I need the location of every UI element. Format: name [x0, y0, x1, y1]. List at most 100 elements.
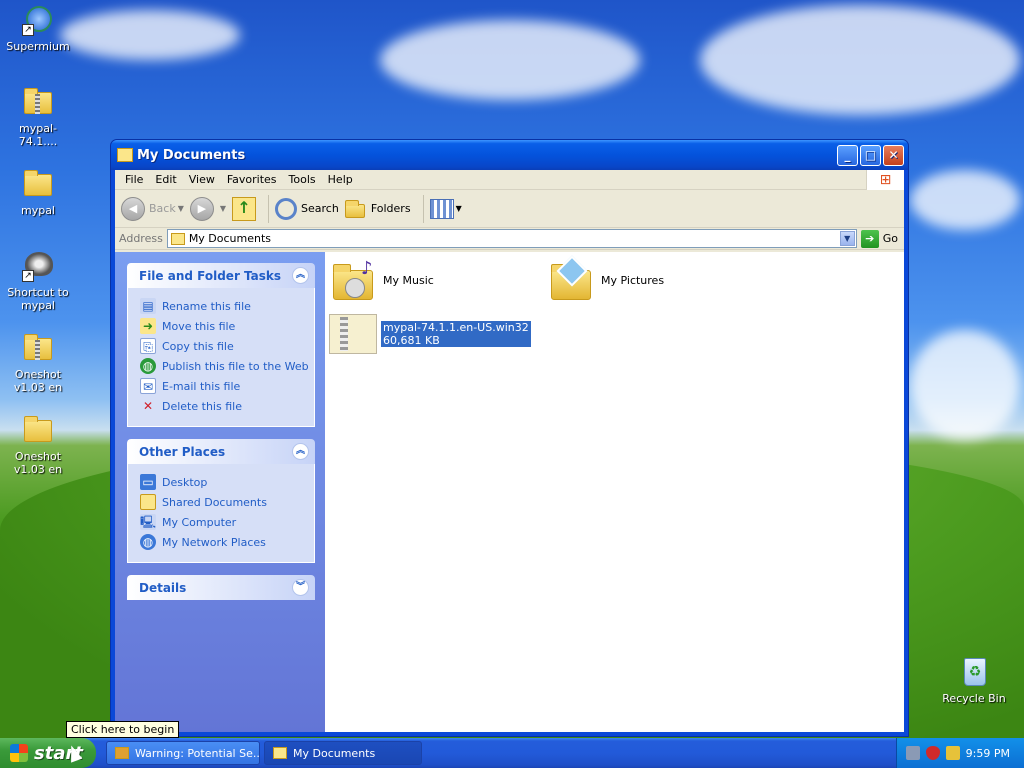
close-button[interactable]: ✕ [883, 144, 904, 166]
folder-icon [273, 747, 287, 759]
taskbar-button-warning[interactable]: Warning: Potential Se... [106, 741, 260, 765]
folders-button[interactable]: Folders [344, 199, 411, 218]
place-network[interactable]: ◍ My Network Places [140, 532, 314, 552]
minimize-button[interactable]: _ [837, 144, 858, 166]
content-area: File and Folder Tasks ︽ ▤ Rename this fil… [115, 252, 904, 732]
task-label: Move this file [162, 319, 236, 333]
go-button[interactable]: ➔ Go [860, 229, 898, 248]
supermium-shortcut-icon: ↗ [22, 4, 54, 36]
task-label: E-mail this file [162, 379, 241, 393]
file-name: My Pictures [601, 273, 665, 287]
toolbar-separator [268, 194, 270, 223]
address-value: My Documents [188, 232, 272, 245]
folders-label: Folders [370, 202, 411, 215]
desktop-icon-mypal-folder[interactable]: mypal [0, 168, 76, 217]
desktop-icon-oneshot-folder[interactable]: Oneshot v1.03 en [0, 414, 76, 476]
desktop-icon-label: Recycle Bin [942, 692, 1006, 705]
desktop-icon-recycle-bin[interactable]: ♻ Recycle Bin [936, 656, 1012, 705]
search-icon [275, 197, 298, 220]
desktop-icon-mypal-zip[interactable]: mypal-74.1.... [0, 86, 76, 148]
menu-edit[interactable]: Edit [149, 173, 182, 186]
task-delete[interactable]: ✕ Delete this file [140, 396, 314, 416]
place-label: Shared Documents [162, 495, 267, 509]
file-name: mypal-74.1.1.en-US.win32 [381, 321, 531, 334]
cloud [910, 330, 1020, 440]
panel-header[interactable]: File and Folder Tasks ︽ [127, 263, 315, 288]
maximize-button[interactable]: □ [860, 144, 881, 166]
panel-title: Details [139, 580, 187, 595]
file-item-my-music[interactable]: ♪ My Music [331, 258, 434, 302]
address-label: Address [119, 232, 163, 245]
clock[interactable]: 9:59 PM [966, 747, 1010, 760]
menu-favorites[interactable]: Favorites [221, 173, 283, 186]
copy-icon: ⎘ [140, 338, 156, 354]
details-panel: Details ︾ [127, 575, 315, 600]
forward-button[interactable]: ▶ ▼ [189, 196, 226, 221]
file-item-my-pictures[interactable]: My Pictures [549, 255, 665, 302]
desktop-icon: ▭ [140, 474, 156, 490]
up-folder-button[interactable]: ↑ [232, 196, 257, 221]
menu-file[interactable]: File [119, 173, 149, 186]
task-move[interactable]: ➜ Move this file [140, 316, 314, 336]
task-label: Publish this file to the Web [162, 359, 309, 373]
desktop-icon-label: Oneshot v1.03 en [13, 368, 63, 394]
chevron-up-icon[interactable]: ︽ [292, 267, 309, 284]
panel-title: File and Folder Tasks [139, 268, 282, 283]
menu-help[interactable]: Help [322, 173, 359, 186]
window-titlebar[interactable]: My Documents _ □ ✕ [111, 140, 908, 170]
file-size: 60,681 KB [381, 334, 531, 347]
desktop-icon-supermium[interactable]: ↗ Supermium [0, 4, 76, 53]
network-tray-icon[interactable] [905, 746, 920, 760]
task-label: Rename this file [162, 299, 251, 313]
task-label: Copy this file [162, 339, 234, 353]
cloud [60, 10, 240, 60]
menu-tools[interactable]: Tools [283, 173, 322, 186]
place-shared-documents[interactable]: Shared Documents [140, 492, 314, 512]
taskbar-button-label: Warning: Potential Se... [135, 746, 260, 760]
task-rename[interactable]: ▤ Rename this file [140, 296, 314, 316]
taskbar-button-my-documents[interactable]: My Documents [264, 741, 422, 765]
file-item-mypal-zip[interactable]: mypal-74.1.1.en-US.win32 60,681 KB [329, 314, 531, 354]
start-button[interactable]: start [0, 738, 96, 768]
task-pane: File and Folder Tasks ︽ ▤ Rename this fil… [115, 252, 325, 732]
search-button[interactable]: Search [275, 197, 339, 220]
chevron-down-icon[interactable]: ︾ [292, 579, 309, 596]
desktop-icon-oneshot-zip[interactable]: Oneshot v1.03 en [0, 332, 76, 394]
panel-header[interactable]: Details ︾ [127, 575, 315, 600]
chevron-down-icon: ▼ [455, 204, 462, 213]
go-label: Go [882, 232, 898, 245]
desktop-icon-label: Supermium [6, 40, 70, 53]
place-label: My Network Places [162, 535, 266, 549]
recycle-bin-icon: ♻ [958, 656, 990, 688]
chevron-down-icon[interactable]: ▼ [178, 204, 184, 213]
file-selection: mypal-74.1.1.en-US.win32 60,681 KB [381, 321, 531, 347]
taskbar: start Warning: Potential Se... My Docume… [0, 738, 1024, 768]
task-copy[interactable]: ⎘ Copy this file [140, 336, 314, 356]
system-tray: 9:59 PM [896, 738, 1024, 768]
address-field[interactable]: My Documents ▼ [166, 229, 857, 248]
desktop-icon-shortcut-mypal[interactable]: ↗ Shortcut to mypal [0, 250, 76, 312]
chevron-down-icon[interactable]: ▼ [839, 231, 855, 246]
menu-view[interactable]: View [183, 173, 221, 186]
back-button[interactable]: ◀ Back ▼ [121, 196, 184, 221]
menu-bar: File Edit View Favorites Tools Help ⊞ [115, 170, 904, 190]
move-icon: ➜ [140, 318, 156, 334]
place-my-computer[interactable]: 🖳 My Computer [140, 512, 314, 532]
network-icon: ◍ [140, 534, 156, 550]
rename-icon: ▤ [140, 298, 156, 314]
chevron-down-icon[interactable]: ▼ [220, 204, 226, 213]
task-email[interactable]: ✉ E-mail this file [140, 376, 314, 396]
panel-header[interactable]: Other Places ︽ [127, 439, 315, 464]
views-button[interactable]: ▼ [429, 198, 462, 219]
pictures-folder-icon [549, 255, 595, 302]
cloud [380, 20, 640, 100]
cloud [700, 5, 1020, 115]
update-tray-icon[interactable] [945, 746, 960, 760]
place-desktop[interactable]: ▭ Desktop [140, 472, 314, 492]
task-publish[interactable]: ◍ Publish this file to the Web [140, 356, 314, 376]
forward-arrow-icon: ▶ [189, 196, 214, 221]
security-shield-icon[interactable] [925, 746, 940, 760]
back-label: Back [149, 202, 176, 215]
place-label: Desktop [162, 475, 208, 489]
chevron-up-icon[interactable]: ︽ [292, 443, 309, 460]
